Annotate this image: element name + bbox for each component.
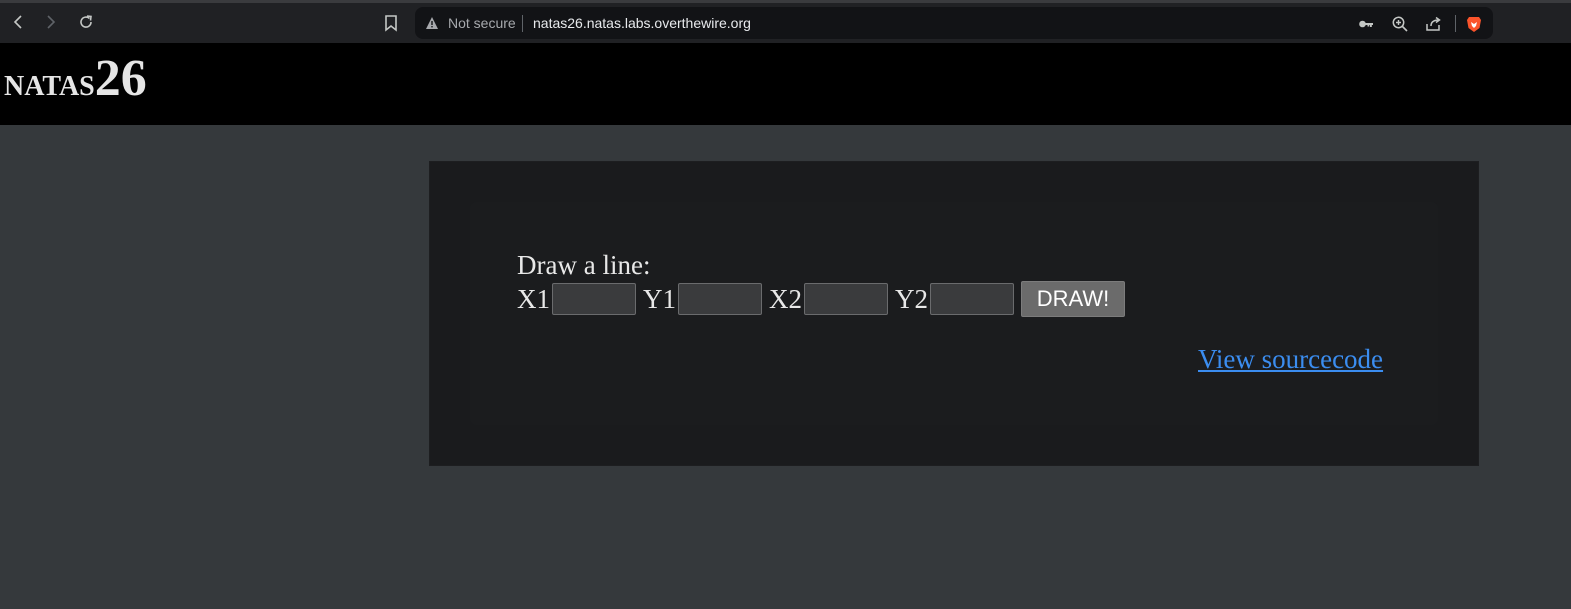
page-header: natas26 <box>0 43 1571 125</box>
content-panel: Draw a line: X1 Y1 X2 Y2 DRAW! View sour… <box>430 162 1478 465</box>
x1-label: X1 <box>517 284 550 314</box>
address-divider-right <box>1455 15 1456 32</box>
site-title-prefix: natas <box>4 59 95 104</box>
draw-prompt: Draw a line: <box>517 250 651 280</box>
url-text[interactable]: natas26.natas.labs.overthewire.org <box>533 14 751 32</box>
security-label[interactable]: Not secure <box>448 14 516 32</box>
reload-icon[interactable] <box>76 12 96 32</box>
x2-input[interactable] <box>804 283 888 315</box>
y1-label: Y1 <box>643 284 676 314</box>
browser-toolbar: Not secure natas26.natas.labs.overthewir… <box>0 0 1571 43</box>
view-source-link[interactable]: View sourcecode <box>1198 344 1383 374</box>
warning-icon[interactable] <box>425 16 439 30</box>
address-divider <box>522 15 523 32</box>
x1-input[interactable] <box>552 283 636 315</box>
back-icon[interactable] <box>8 12 28 32</box>
y2-label: Y2 <box>895 284 928 314</box>
address-bar[interactable]: Not secure natas26.natas.labs.overthewir… <box>415 7 1493 39</box>
x2-label: X2 <box>769 284 802 314</box>
key-icon[interactable] <box>1357 15 1375 33</box>
y1-input[interactable] <box>678 283 762 315</box>
bookmark-icon[interactable] <box>382 13 400 33</box>
y2-input[interactable] <box>930 283 1014 315</box>
share-icon[interactable] <box>1424 15 1442 33</box>
zoom-icon[interactable] <box>1391 15 1409 33</box>
draw-form: X1 Y1 X2 Y2 DRAW! <box>517 281 1125 317</box>
brave-shield-icon[interactable] <box>1465 15 1483 33</box>
forward-icon[interactable] <box>41 12 61 32</box>
draw-button[interactable]: DRAW! <box>1021 281 1125 317</box>
site-title-number: 26 <box>94 50 147 107</box>
site-title: natas26 <box>4 53 147 105</box>
